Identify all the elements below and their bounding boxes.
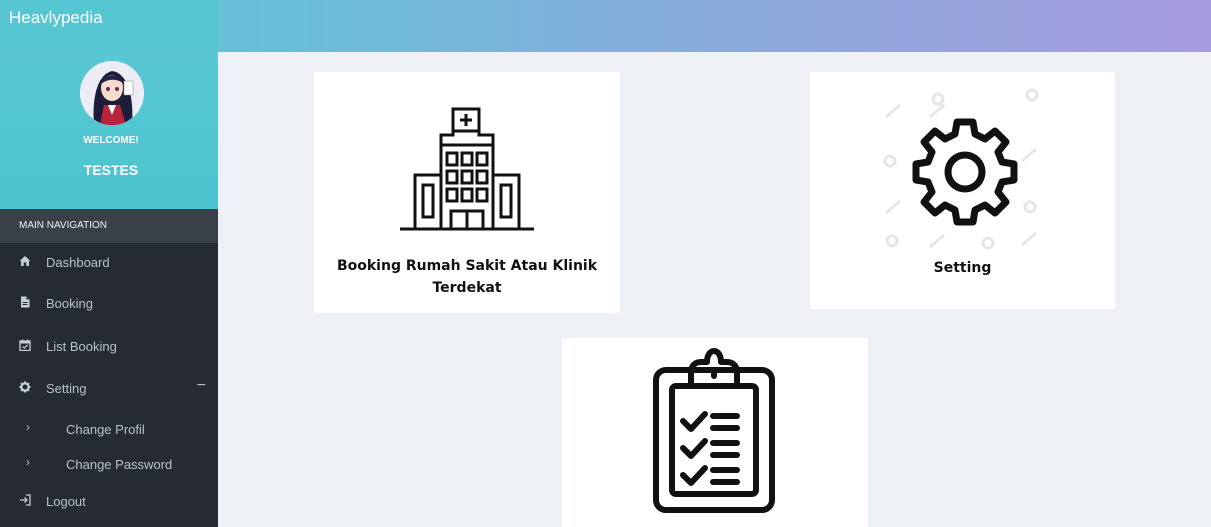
- sidebar-subitem-change-profil[interactable]: › Change Profil: [0, 412, 218, 446]
- sidebar-item-label: Logout: [46, 494, 86, 509]
- sidebar-item-label: Dashboard: [46, 255, 110, 270]
- gear-icon: [880, 87, 1050, 262]
- cog-icon: [19, 381, 31, 393]
- clipboard-checklist-icon: [651, 348, 777, 518]
- chevron-right-icon: ›: [26, 455, 30, 469]
- avatar: [80, 61, 144, 125]
- sidebar-subitem-label: Change Password: [66, 457, 173, 472]
- collapse-toggle[interactable]: −: [197, 377, 206, 395]
- setting-card[interactable]: Setting: [810, 72, 1115, 309]
- booking-card[interactable]: Booking Rumah Sakit Atau Klinik Terdekat: [314, 72, 620, 313]
- sidebar-item-label: Setting: [46, 381, 87, 396]
- home-icon: [19, 255, 31, 267]
- sidebar-item-setting[interactable]: Setting −: [0, 369, 218, 409]
- welcome-text: WELCOME!: [83, 135, 139, 146]
- sidebar-subitem-change-password[interactable]: › Change Password: [0, 447, 218, 481]
- sidebar-item-label: List Booking: [46, 339, 117, 354]
- sidebar-item-list-booking[interactable]: List Booking: [0, 327, 218, 367]
- sidebar-item-logout[interactable]: Logout: [0, 482, 218, 522]
- hospital-icon: [397, 105, 537, 238]
- main-content: Booking Rumah Sakit Atau Klinik Terdekat: [218, 52, 1211, 527]
- sidebar-item-dashboard[interactable]: Dashboard: [0, 243, 218, 283]
- sidebar: WELCOME! TESTES MAIN NAVIGATION Dashboar…: [0, 52, 218, 527]
- user-panel: WELCOME! TESTES: [0, 52, 218, 209]
- list-booking-card[interactable]: [562, 338, 868, 527]
- nav-header: MAIN NAVIGATION: [0, 209, 218, 243]
- setting-card-label: Setting: [933, 260, 992, 276]
- calendar-check-icon: [19, 339, 31, 352]
- sidebar-item-label: Booking: [46, 296, 93, 311]
- file-icon: [19, 296, 31, 308]
- sign-out-icon: [19, 494, 31, 506]
- sidebar-subitem-label: Change Profil: [66, 422, 145, 437]
- app-logo[interactable]: Heavlypedia: [0, 0, 218, 52]
- sidebar-item-booking[interactable]: Booking: [0, 284, 218, 324]
- chevron-right-icon: ›: [26, 420, 30, 434]
- user-name: TESTES: [83, 162, 139, 178]
- booking-card-label: Booking Rumah Sakit Atau Klinik Terdekat: [336, 258, 598, 296]
